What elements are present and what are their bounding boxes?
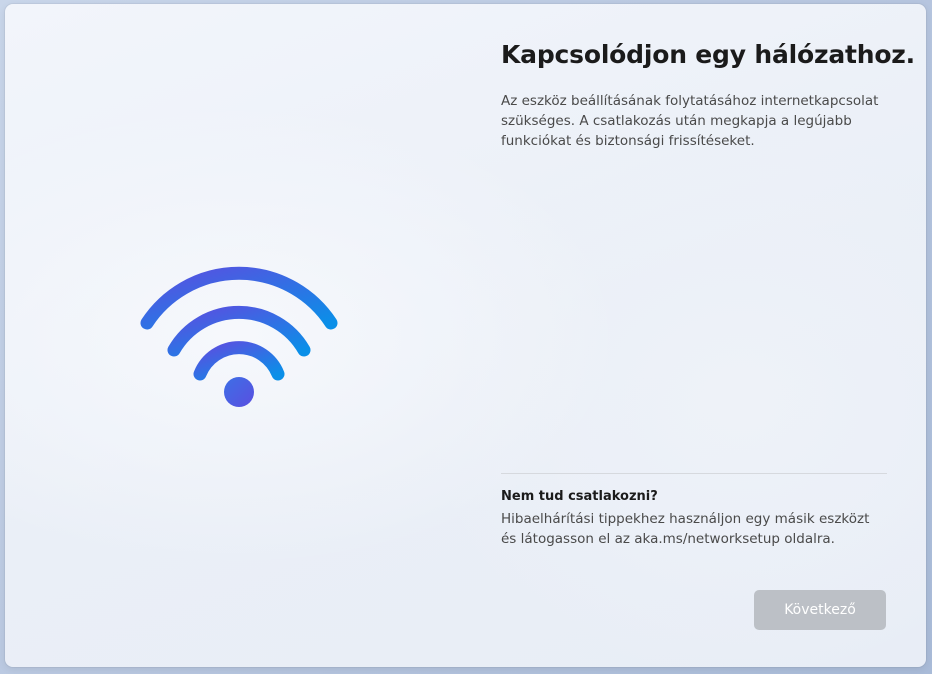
illustration-pane: [5, 4, 465, 667]
wifi-inner-arc: [193, 341, 285, 381]
page-title: Kapcsolódjon egy hálózathoz.: [501, 40, 915, 69]
wifi-dot: [224, 377, 254, 407]
page-description: Az eszköz beállításának folytatásához in…: [501, 93, 879, 149]
content-pane: Kapcsolódjon egy hálózathoz. Az eszköz b…: [501, 4, 915, 667]
help-text: Hibaelhárítási tippekhez használjon egy …: [501, 511, 870, 547]
setup-window: Kapcsolódjon egy hálózathoz. Az eszköz b…: [5, 4, 926, 667]
next-button[interactable]: Következő: [754, 590, 886, 630]
help-title: Nem tud csatlakozni?: [501, 489, 658, 504]
divider: [501, 473, 887, 474]
wifi-icon: [140, 266, 338, 407]
